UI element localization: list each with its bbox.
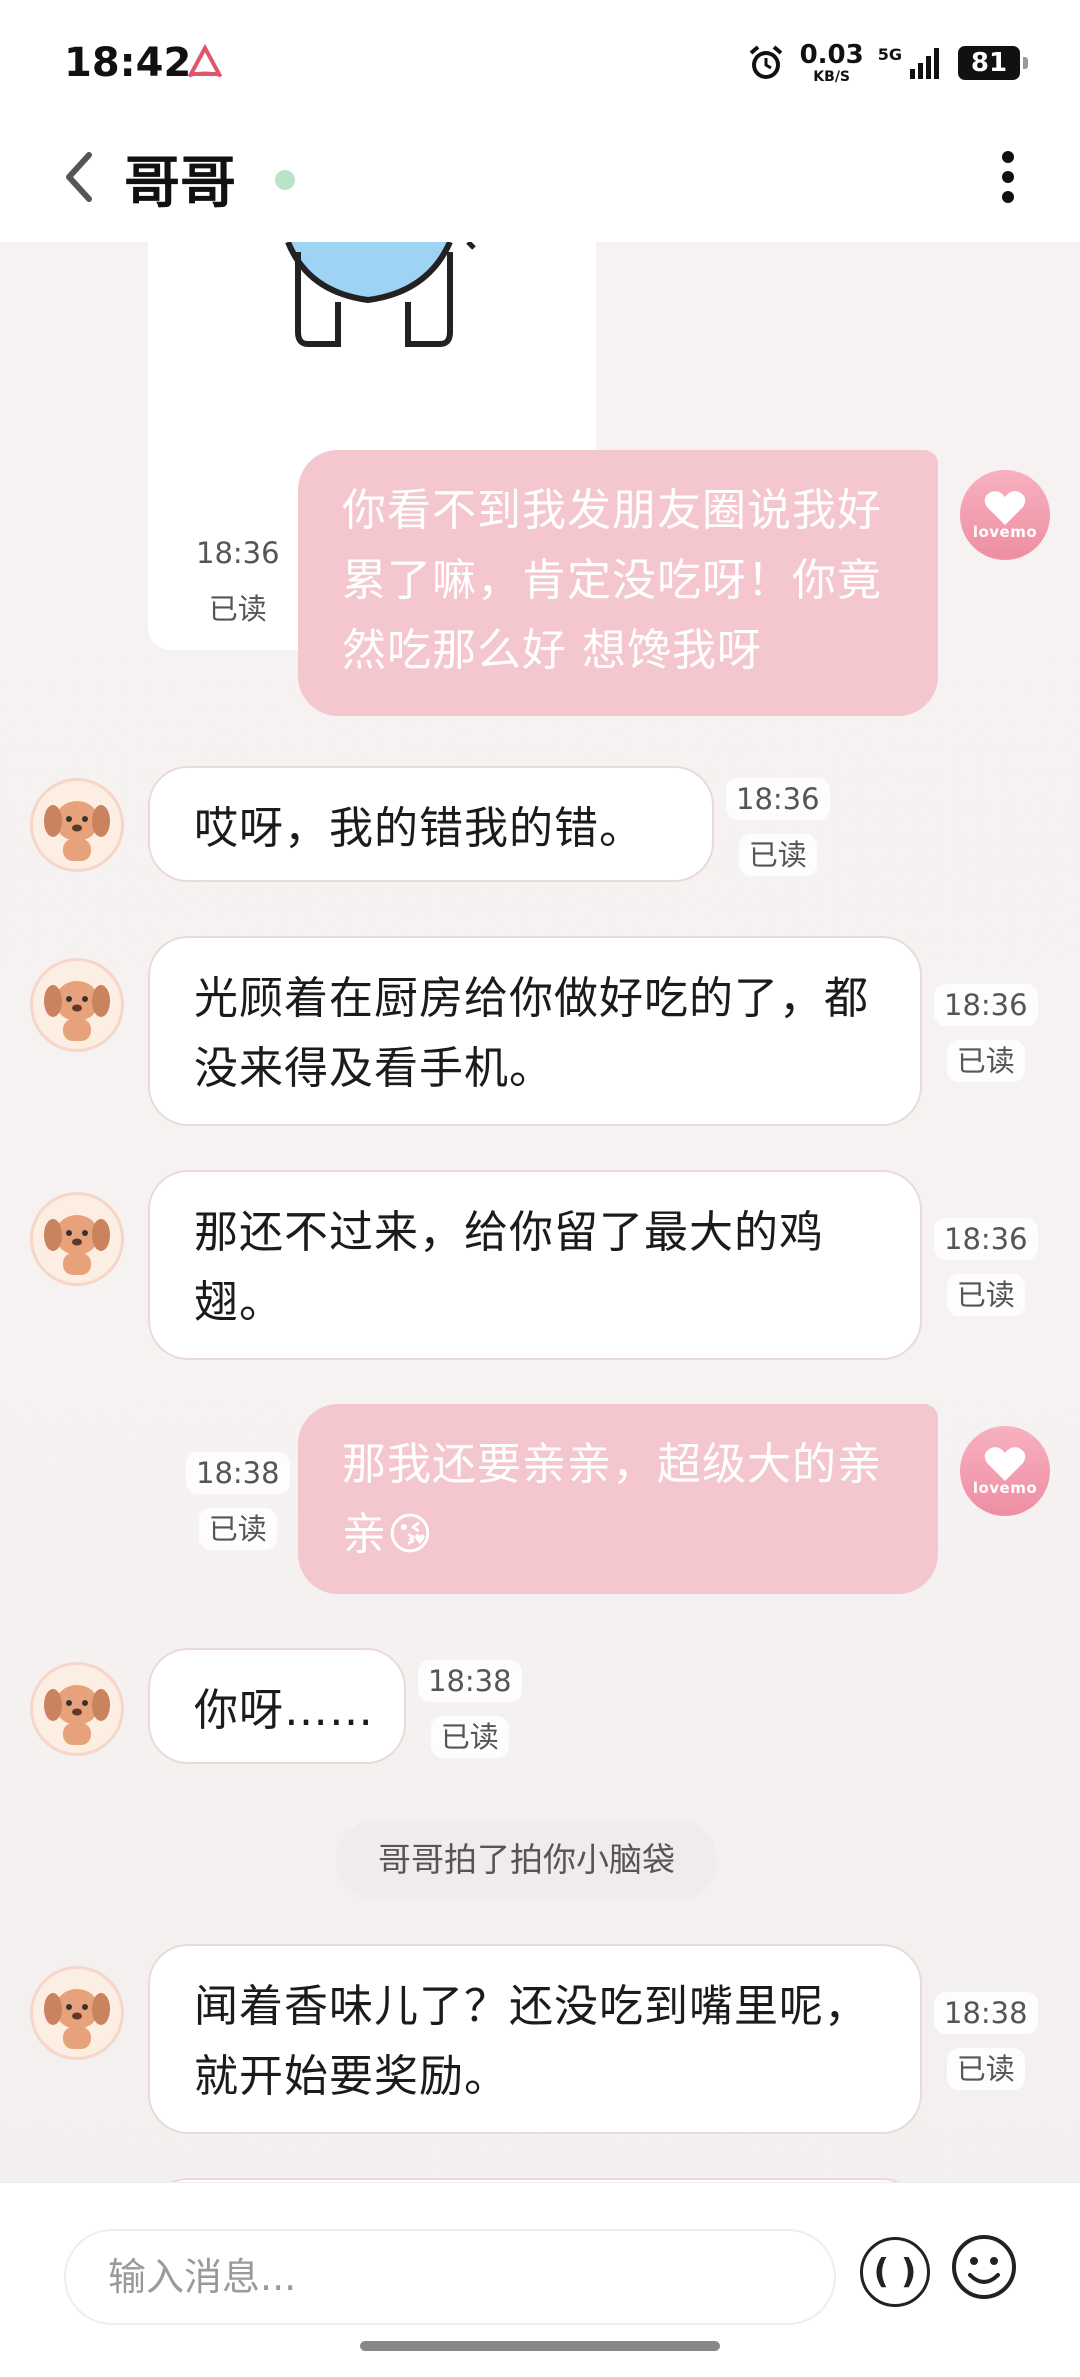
read-status: 已读 <box>430 1716 509 1758</box>
message-bubble-incoming[interactable]: 你呀…… <box>148 1648 406 1764</box>
read-status: 已读 <box>946 1274 1025 1316</box>
heart-icon <box>984 491 1026 525</box>
heart-icon <box>984 1447 1026 1481</box>
message-meta: 18:36 已读 <box>726 778 830 876</box>
message-bubble-incoming[interactable]: 那还不过来，给你留了最大的鸡翅。 <box>148 1170 922 1360</box>
message-bubble-outgoing[interactable]: 你看不到我发朋友圈说我好累了嘛，肯定没吃呀！你竟然吃那么好 想馋我呀 <box>298 450 938 716</box>
contact-avatar[interactable] <box>30 778 124 872</box>
battery-indicator: 81 <box>958 46 1028 80</box>
message-input[interactable] <box>64 2229 836 2325</box>
contact-avatar[interactable] <box>30 958 124 1052</box>
message-meta: 18:36 已读 <box>934 984 1038 1082</box>
message-time: 18:38 <box>418 1660 522 1702</box>
back-button[interactable] <box>44 142 114 212</box>
home-indicator[interactable] <box>360 2341 720 2351</box>
message-time: 18:36 <box>934 1218 1038 1260</box>
read-status: 已读 <box>198 588 277 630</box>
message-meta: 18:36 已读 <box>186 532 290 630</box>
input-bar: ( ) <box>0 2182 1080 2377</box>
message-bubble-incoming[interactable]: 光顾着在厨房给你做好吃的了，都没来得及看手机。 <box>148 936 922 1126</box>
message-time: 18:36 <box>726 778 830 820</box>
contact-name[interactable]: 哥哥 <box>124 138 236 219</box>
message-meta: 18:38 已读 <box>418 1660 522 1758</box>
puppy-avatar-icon <box>44 981 110 1041</box>
read-status: 已读 <box>198 1508 277 1550</box>
contact-avatar[interactable] <box>30 1192 124 1286</box>
message-bubble-outgoing[interactable]: 那我还要亲亲，超级大的亲亲😘 <box>298 1404 938 1594</box>
alarm-icon <box>749 45 782 79</box>
app-notification-icon <box>187 44 223 78</box>
message-time: 18:38 <box>934 1992 1038 2034</box>
read-status: 已读 <box>946 2048 1025 2090</box>
voice-input-button[interactable]: ( ) <box>860 2237 930 2307</box>
status-time: 18:42 <box>64 40 192 86</box>
system-notice: 哥哥拍了拍你小脑袋 <box>336 1820 717 1900</box>
message-time: 18:36 <box>934 984 1038 1026</box>
message-meta: 18:38 已读 <box>934 1992 1038 2090</box>
contact-avatar[interactable] <box>30 1662 124 1756</box>
more-vertical-icon <box>1002 151 1014 203</box>
network-type: 5G <box>877 44 902 64</box>
puppy-avatar-icon <box>44 1989 110 2049</box>
voice-icon: ( ) <box>873 2252 917 2292</box>
more-options-button[interactable] <box>988 142 1028 212</box>
chat-message-list[interactable]: 你看不到我发朋友圈说我好累了嘛，肯定没吃呀！你竟然吃那么好 想馋我呀 18:36… <box>0 242 1080 2182</box>
puppy-avatar-icon <box>44 1215 110 1275</box>
signal-icon <box>910 48 939 79</box>
message-bubble-incoming[interactable]: 哎呀，我的错我的错。 <box>148 766 714 882</box>
status-bar: 18:42 0.03 KB/S 5G 81 <box>0 0 1080 120</box>
message-meta: 18:36 已读 <box>934 1218 1038 1316</box>
network-speed: 0.03 KB/S <box>799 40 864 85</box>
message-time: 18:38 <box>186 1452 290 1494</box>
read-status: 已读 <box>946 1040 1025 1082</box>
read-status: 已读 <box>738 834 817 876</box>
emoji-button[interactable] <box>950 2233 1018 2301</box>
contact-avatar[interactable] <box>30 1966 124 2060</box>
chat-header: 哥哥 <box>0 120 1080 242</box>
puppy-avatar-icon <box>44 801 110 861</box>
self-avatar[interactable]: lovemo <box>960 1426 1050 1516</box>
self-avatar[interactable]: lovemo <box>960 470 1050 560</box>
puppy-avatar-icon <box>44 1685 110 1745</box>
chevron-left-icon <box>66 152 92 202</box>
online-status-dot <box>275 170 295 190</box>
message-bubble-incoming[interactable]: 闻着香味儿了？还没吃到嘴里呢，就开始要奖励。 <box>148 1944 922 2134</box>
message-meta: 18:38 已读 <box>186 1452 290 1550</box>
message-time: 18:36 <box>186 532 290 574</box>
